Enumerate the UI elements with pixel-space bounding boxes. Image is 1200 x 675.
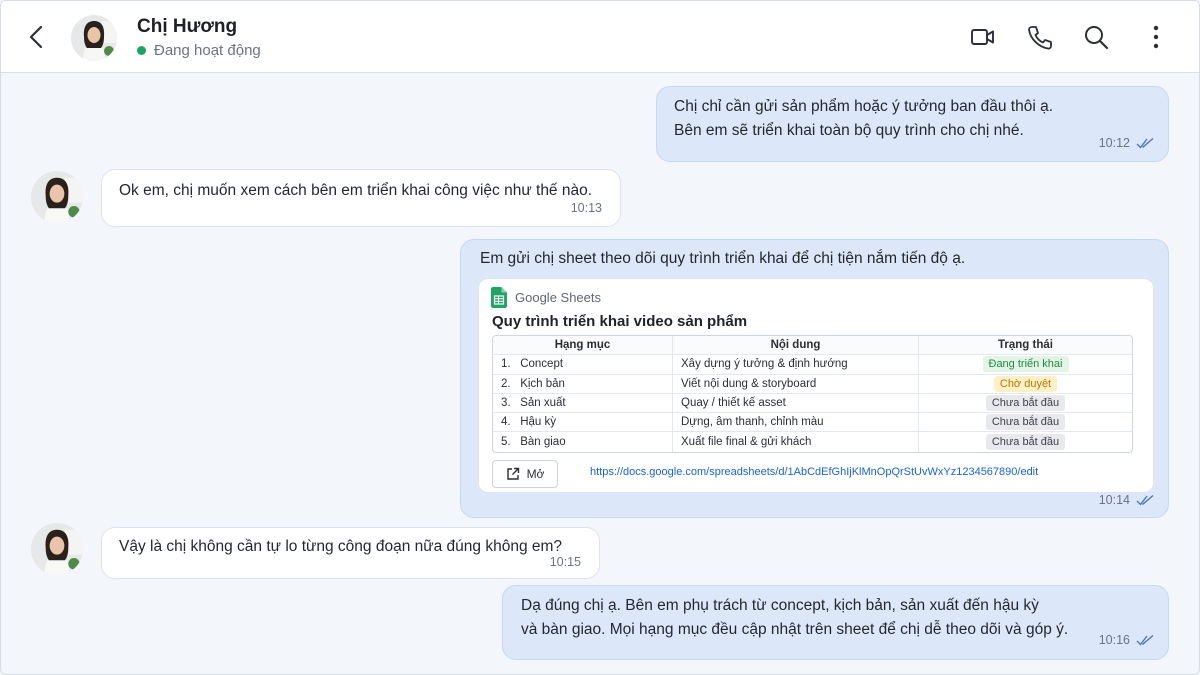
message-time: 10:12 (1098, 136, 1130, 150)
message-time: 10:13 (570, 201, 602, 215)
status-badge: Chưa bắt đầu (985, 434, 1066, 451)
contact-name: Chị Hương (137, 16, 238, 37)
message-time: 10:16 (1098, 633, 1130, 647)
sheet-source: Google Sheets (491, 287, 601, 308)
status-badge: Chờ duyệt (993, 375, 1058, 392)
table-row: 1. Concept Xây dựng ý tưởng & định hướng… (493, 355, 1132, 375)
message-bubble-incoming[interactable]: Ok em, chị muốn xem cách bên em triển kh… (101, 169, 621, 227)
column-header: Hạng mục (493, 336, 673, 356)
table-header-row: Hạng mục Nội dung Trạng thái (493, 336, 1132, 356)
chat-header: Chị Hương Đang hoạt động (1, 1, 1199, 73)
sheet-title: Quy trình triển khai video sản phẩm (492, 313, 748, 330)
message-meta: 10:16 (1099, 628, 1154, 652)
message-meta: 10:12 (1099, 131, 1154, 155)
message-time: 10:15 (549, 555, 581, 569)
chat-window: Chị Hương Đang hoạt động Chị chỉ cần gửi… (0, 0, 1200, 675)
row-content: Xuất file final & gửi khách (673, 432, 919, 452)
row-index: 4. (501, 416, 511, 429)
presence-status: Đang hoạt động (137, 42, 261, 59)
message-bubble-outgoing[interactable]: Dạ đúng chị ạ. Bên em phụ trách từ conce… (502, 585, 1169, 660)
message-meta: 10:13 (571, 196, 602, 220)
row-item: Concept (520, 358, 564, 371)
message-text: Chị chỉ cần gửi sản phẩm hoặc ý tưởng ba… (674, 98, 1054, 139)
sheet-table: Hạng mục Nội dung Trạng thái 1. Concept … (492, 335, 1133, 453)
column-header: Trạng thái (919, 336, 1132, 356)
row-content: Dựng, âm thanh, chỉnh màu (673, 413, 919, 433)
phone-icon[interactable] (1025, 23, 1053, 51)
contact-avatar (31, 523, 83, 575)
row-index: 3. (501, 397, 511, 410)
message-meta: 10:15 (550, 550, 581, 574)
table-row: 2. Kịch bản Viết nội dung & storyboard C… (493, 374, 1132, 394)
more-vertical-icon[interactable] (1142, 23, 1170, 51)
back-arrow-icon[interactable] (23, 23, 51, 51)
row-content: Xây dựng ý tưởng & định hướng (673, 355, 919, 375)
row-content: Viết nội dung & storyboard (673, 374, 919, 394)
row-item: Bàn giao (520, 436, 566, 449)
message-bubble-outgoing[interactable]: Chị chỉ cần gửi sản phẩm hoặc ý tưởng ba… (656, 86, 1169, 162)
table-row: 4. Hậu kỳ Dựng, âm thanh, chỉnh màu Chưa… (493, 413, 1132, 433)
row-index: 2. (501, 377, 511, 390)
sheet-url-link[interactable]: https://docs.google.com/spreadsheets/d/1… (590, 466, 1038, 478)
google-sheets-icon (491, 287, 507, 308)
message-bubble-incoming[interactable]: Vậy là chị không cần tự lo từng công đoạ… (101, 527, 600, 579)
read-receipt-icon (1136, 137, 1154, 149)
contact-avatar (31, 171, 83, 223)
open-button-label: Mở (526, 467, 545, 481)
table-row: 3. Sản xuất Quay / thiết kế asset Chưa b… (493, 393, 1132, 414)
column-header: Nội dung (673, 336, 919, 356)
row-index: 1. (501, 358, 511, 371)
read-receipt-icon (1136, 634, 1154, 646)
video-call-icon[interactable] (969, 23, 997, 51)
row-item: Hậu kỳ (520, 416, 556, 429)
read-receipt-icon (1136, 494, 1154, 506)
contact-avatar[interactable] (71, 15, 117, 61)
row-item: Sản xuất (520, 397, 566, 410)
search-icon[interactable] (1082, 23, 1110, 51)
status-badge: Đang triển khai (982, 356, 1069, 373)
message-text: Ok em, chị muốn xem cách bên em triển kh… (119, 182, 593, 199)
status-badge: Chưa bắt đầu (985, 395, 1066, 412)
online-dot-icon (137, 46, 146, 55)
google-sheet-preview-card[interactable]: Google Sheets Quy trình triển khai video… (478, 278, 1154, 493)
message-text: Dạ đúng chị ạ. Bên em phụ trách từ conce… (521, 597, 1069, 638)
external-link-icon (506, 467, 519, 480)
row-item: Kịch bản (520, 377, 565, 390)
table-row: 5. Bàn giao Xuất file final & gửi khách … (493, 432, 1132, 452)
message-text: Vậy là chị không cần tự lo từng công đoạ… (119, 538, 563, 555)
status-text: Đang hoạt động (154, 42, 261, 59)
row-index: 5. (501, 436, 511, 449)
row-content: Quay / thiết kế asset (673, 393, 919, 414)
message-text: Em gửi chị sheet theo dõi quy trình triể… (480, 250, 966, 267)
open-sheet-button[interactable]: Mở (492, 460, 558, 488)
status-badge: Chưa bắt đầu (985, 414, 1066, 431)
sheet-app-label: Google Sheets (515, 290, 602, 305)
